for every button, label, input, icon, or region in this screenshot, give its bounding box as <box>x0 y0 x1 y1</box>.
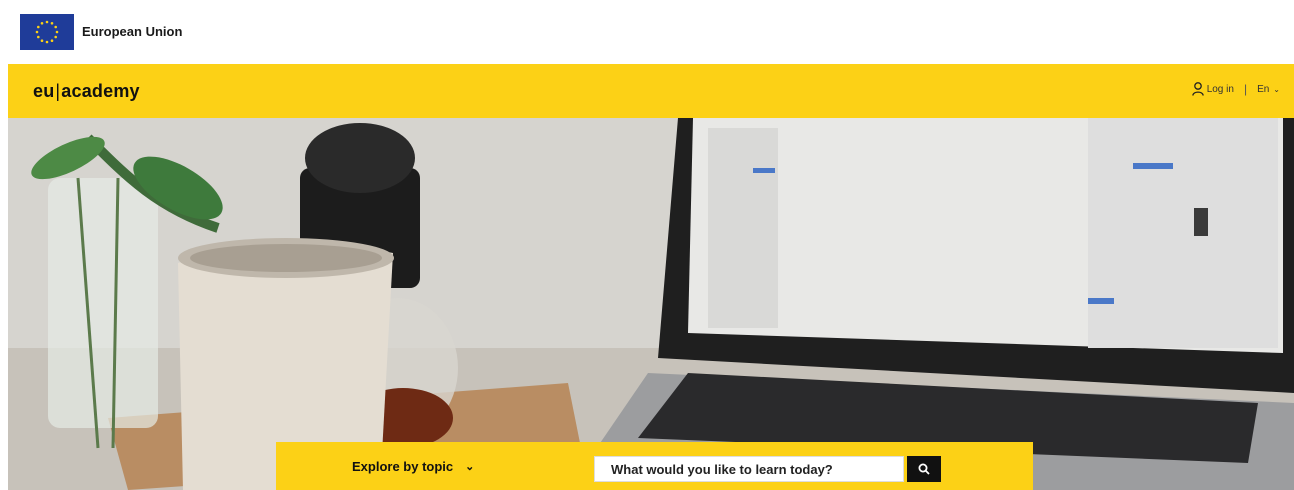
site-header: eu|academy Log in | En ⌄ <box>8 64 1294 118</box>
eu-flag-icon[interactable] <box>20 14 74 50</box>
site-logo[interactable]: eu|academy <box>33 81 140 102</box>
login-link[interactable]: Log in <box>1191 82 1234 96</box>
header-separator: | <box>1243 82 1248 96</box>
eu-top-bar: European Union <box>0 0 1294 64</box>
explore-label: Explore by topic <box>352 459 454 474</box>
chevron-down-icon: ⌄ <box>465 461 475 473</box>
brand-separator: | <box>55 81 61 101</box>
search-band: Explore by topic ⌄ <box>276 442 1033 490</box>
eu-label: European Union <box>82 24 183 39</box>
header-actions: Log in | En ⌄ <box>1191 82 1280 96</box>
hero-image <box>8 118 1294 490</box>
brand-eu: eu <box>33 81 55 101</box>
language-label: En <box>1257 83 1270 95</box>
explore-by-topic-dropdown[interactable]: Explore by topic ⌄ <box>352 459 474 474</box>
search-field[interactable] <box>594 456 904 482</box>
language-selector[interactable]: En ⌄ <box>1257 84 1280 95</box>
login-label: Log in <box>1206 83 1234 95</box>
search-input[interactable] <box>595 457 903 481</box>
search-icon <box>918 463 930 475</box>
brand-academy: academy <box>61 81 140 101</box>
chevron-down-icon: ⌄ <box>1273 84 1280 94</box>
search-button[interactable] <box>907 456 941 482</box>
user-icon <box>1191 82 1204 96</box>
